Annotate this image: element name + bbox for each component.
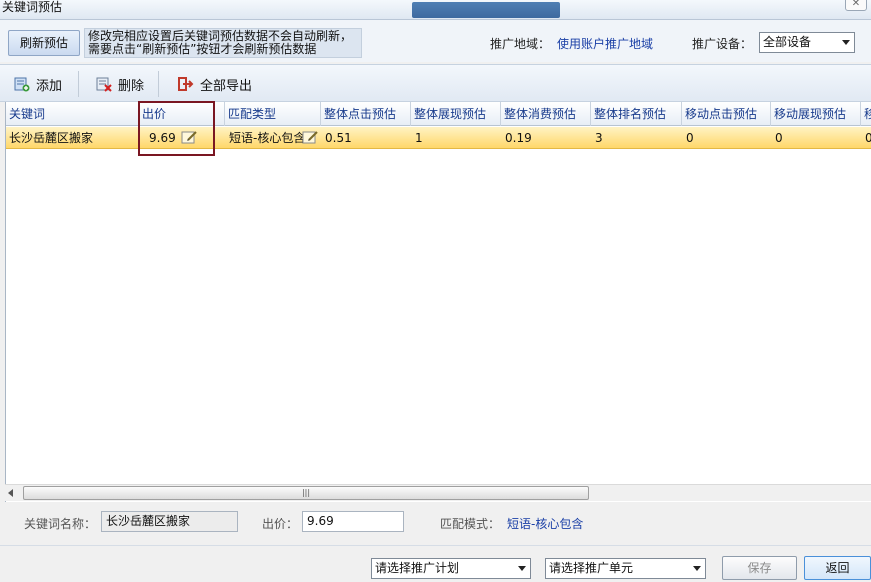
refresh-estimate-button[interactable]: 刷新预估 — [8, 30, 80, 56]
export-icon — [178, 77, 194, 91]
keyword-name-field: 长沙岳麓区搬家 — [101, 511, 238, 532]
cell-total-rank: 3 — [595, 131, 603, 145]
bid-input[interactable]: 9.69 — [302, 511, 404, 532]
match-mode-link[interactable]: 短语-核心包含 — [507, 515, 583, 532]
chevron-down-icon — [693, 566, 701, 571]
cell-mobile-partial: 0 — [865, 131, 871, 145]
divider — [0, 545, 871, 546]
toolbar: 添加 删除 全部导出 — [0, 64, 871, 102]
delete-button[interactable]: 删除 — [96, 74, 144, 94]
save-button[interactable]: 保存 — [722, 556, 797, 580]
cell-total-cost: 0.19 — [505, 131, 532, 145]
edit-match-icon[interactable] — [302, 130, 318, 145]
settings-bar: 刷新预估 修改完相应设置后关键词预估数据不会自动刷新， 需要点击“刷新预估”按钮… — [0, 20, 871, 62]
title-bar: 关键词预估 ✕ — [0, 0, 871, 20]
column-header-match-type[interactable]: 匹配类型 — [225, 102, 321, 126]
column-header-mobile-partial[interactable]: 移 — [861, 102, 871, 126]
region-label: 推广地域： — [490, 37, 551, 51]
keyword-name-label: 关键词名称： — [24, 517, 97, 531]
column-header-mobile-clicks[interactable]: 移动点击预估 — [682, 102, 771, 126]
add-button[interactable]: 添加 — [14, 74, 62, 94]
cell-total-clicks: 0.51 — [325, 131, 352, 145]
column-header-total-impressions[interactable]: 整体展现预估 — [411, 102, 501, 126]
export-all-label: 全部导出 — [200, 78, 253, 94]
unit-select-value: 请选择推广单元 — [549, 561, 634, 575]
device-label: 推广设备： — [692, 37, 753, 51]
cell-match-type: 短语-核心包含 — [229, 131, 306, 145]
toolbar-divider — [158, 71, 159, 97]
close-icon[interactable]: ✕ — [845, 0, 867, 11]
cell-mobile-impressions: 0 — [775, 131, 783, 145]
add-label: 添加 — [36, 78, 63, 94]
unit-select[interactable]: 请选择推广单元 — [545, 558, 706, 579]
cell-mobile-clicks: 0 — [686, 131, 694, 145]
add-icon — [14, 77, 30, 92]
keyword-table: 关键词 出价 匹配类型 整体点击预估 整体展现预估 整体消费预估 整体排名预估 … — [5, 102, 871, 502]
table-header: 关键词 出价 匹配类型 整体点击预估 整体展现预估 整体消费预估 整体排名预估 … — [6, 102, 871, 126]
column-header-keyword[interactable]: 关键词 — [6, 102, 139, 126]
match-mode-label: 匹配模式： — [440, 517, 501, 531]
column-header-total-clicks[interactable]: 整体点击预估 — [321, 102, 411, 126]
region-link[interactable]: 使用账户推广地域 — [557, 35, 653, 52]
plan-select-value: 请选择推广计划 — [375, 561, 460, 575]
cell-total-impressions: 1 — [415, 131, 423, 145]
refresh-notice-line2: 需要点击“刷新预估”按钮才会刷新预估数据 — [88, 42, 317, 56]
scroll-left-arrow-icon[interactable] — [8, 489, 13, 497]
plan-select[interactable]: 请选择推广计划 — [371, 558, 531, 579]
bid-column-highlight — [138, 101, 215, 156]
delete-icon — [96, 77, 112, 92]
bid-label: 出价： — [262, 517, 299, 531]
device-select[interactable]: 全部设备 — [759, 32, 855, 53]
chevron-down-icon — [842, 40, 850, 45]
refresh-notice: 修改完相应设置后关键词预估数据不会自动刷新， 需要点击“刷新预估”按钮才会刷新预… — [84, 28, 362, 58]
background-window-fragment — [412, 2, 560, 18]
export-all-button[interactable]: 全部导出 — [178, 74, 252, 94]
column-header-mobile-impressions[interactable]: 移动展现预估 — [771, 102, 861, 126]
column-header-total-cost[interactable]: 整体消费预估 — [501, 102, 591, 126]
horizontal-scrollbar[interactable]: ||| — [5, 484, 871, 501]
device-select-value: 全部设备 — [763, 35, 812, 49]
delete-label: 删除 — [118, 78, 145, 94]
table-row[interactable]: 长沙岳麓区搬家 9.69 短语-核心包含 0.51 1 0.19 3 0 0 0 — [6, 127, 871, 149]
chevron-down-icon — [518, 566, 526, 571]
window-title: 关键词预估 — [2, 0, 63, 14]
scrollbar-thumb[interactable]: ||| — [23, 486, 589, 500]
back-button[interactable]: 返回 — [804, 556, 871, 580]
toolbar-divider — [78, 71, 79, 97]
cell-keyword: 长沙岳麓区搬家 — [9, 131, 94, 145]
column-header-total-rank[interactable]: 整体排名预估 — [591, 102, 682, 126]
